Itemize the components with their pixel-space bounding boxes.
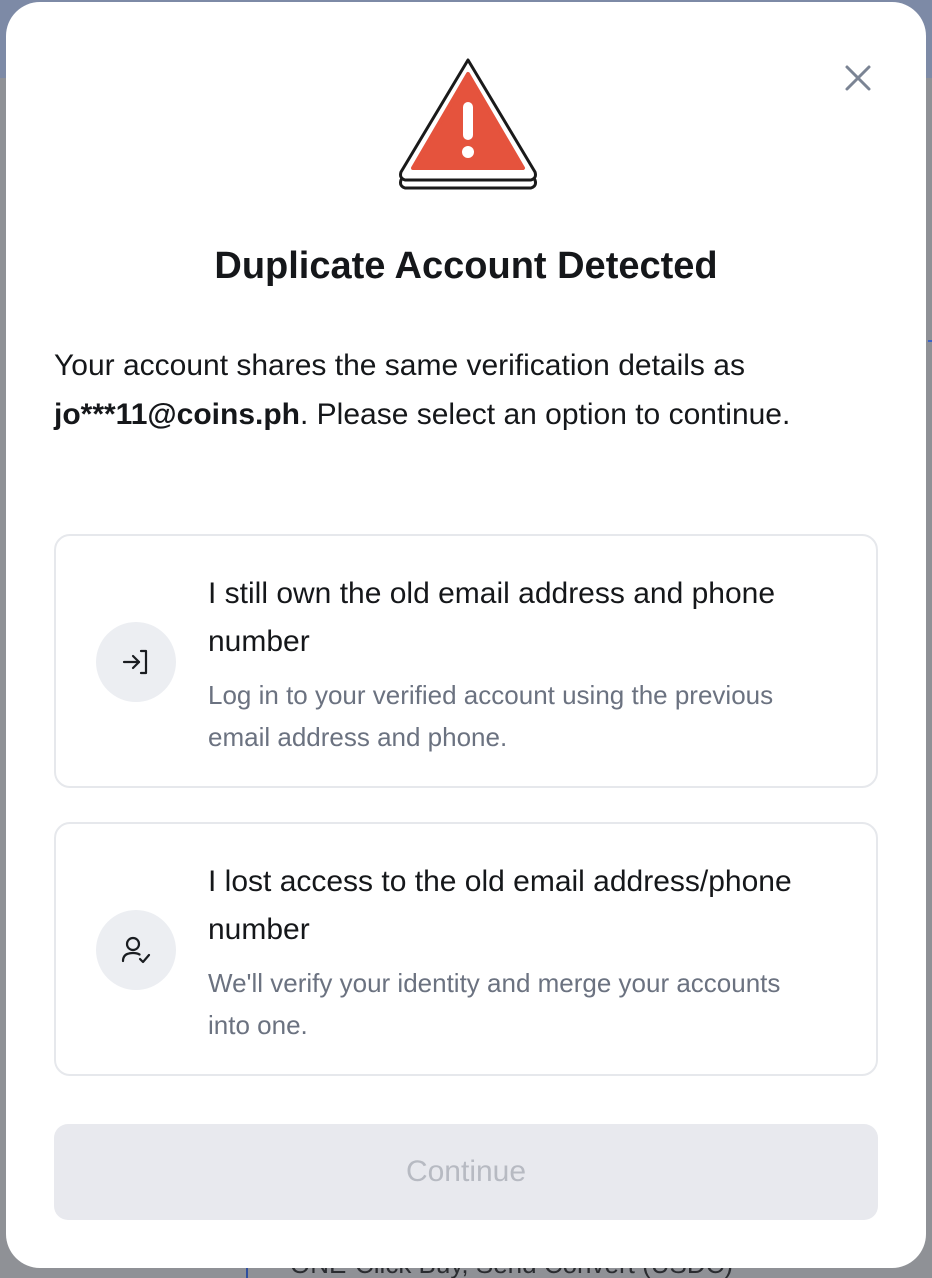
masked-email: jo***11@coins.ph: [54, 397, 300, 431]
option-title: I lost access to the old email address/p…: [208, 865, 792, 946]
login-arrow-icon: [122, 649, 148, 675]
option-description: Log in to your verified account using th…: [208, 680, 774, 752]
option-lost-access[interactable]: I lost access to the old email address/p…: [54, 822, 878, 1076]
option-own-old-credentials[interactable]: I still own the old email address and ph…: [54, 534, 878, 788]
message-prefix: Your account shares the same verificatio…: [54, 349, 745, 382]
option-title: I still own the old email address and ph…: [208, 577, 776, 658]
warning-triangle-icon: [399, 58, 537, 190]
duplicate-account-modal: Duplicate Account Detected Your account …: [6, 2, 926, 1268]
background-accent-line: [928, 340, 932, 342]
close-icon: [845, 65, 871, 91]
continue-button[interactable]: Continue: [54, 1124, 878, 1220]
message-suffix: . Please select an option to continue.: [300, 397, 791, 431]
option-icon-circle: [96, 622, 176, 702]
user-check-icon: [121, 936, 151, 964]
modal-message: Your account shares the same verificatio…: [54, 342, 864, 439]
option-description: We'll verify your identity and merge you…: [208, 968, 781, 1040]
modal-title: Duplicate Account Detected: [214, 245, 718, 287]
option-icon-circle: [96, 910, 176, 990]
close-button[interactable]: [838, 58, 878, 98]
